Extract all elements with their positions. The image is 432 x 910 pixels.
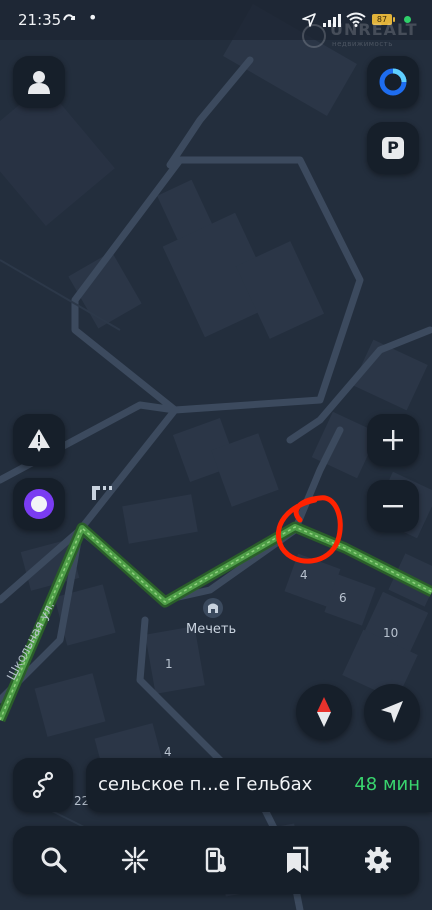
navigation-arrow-icon [381,701,403,723]
house-number: 4 [300,568,308,582]
poi-label[interactable]: Мечеть [186,622,236,637]
voice-assistant-button[interactable] [367,56,419,108]
mosque-icon [203,598,223,618]
route-options-button[interactable] [13,758,73,812]
discovery-icon [121,846,148,874]
zoom-in-button[interactable] [367,414,419,466]
parking-icon: P [382,137,404,159]
route-icon [32,771,54,799]
profile-button[interactable] [13,56,65,108]
route-destination[interactable]: сельское п...е Гельбах [98,774,312,795]
warning-icon [28,429,50,452]
bottom-nav-bar [13,826,419,894]
plus-icon [383,430,403,450]
compass-icon [317,697,331,727]
bookmarks-icon [286,846,308,873]
report-event-button[interactable] [13,414,65,466]
compass-button[interactable] [296,684,352,740]
assistant-ring-icon [379,68,407,96]
user-icon [28,71,50,94]
house-number: 4 [164,745,172,759]
route-panel[interactable]: сельское п...е Гельбах 48 мин [86,758,432,812]
tab-settings[interactable] [337,826,418,894]
alice-icon [24,489,54,519]
house-number: 6 [339,591,347,605]
tab-discovery[interactable] [94,826,175,894]
tab-search[interactable] [13,826,94,894]
status-time: 21:35 [18,11,62,29]
house-number: 1 [165,657,173,671]
parking-button[interactable]: P [367,122,419,174]
my-location-button[interactable] [364,684,420,740]
alice-assistant-button[interactable] [13,478,65,530]
fuel-icon [205,847,226,873]
dot-icon: • [88,8,98,27]
search-icon [41,847,67,873]
settings-icon [364,847,391,873]
tab-bookmarks[interactable] [256,826,337,894]
tab-fuel[interactable] [175,826,256,894]
call-forward-icon [62,10,78,28]
zoom-out-button[interactable] [367,480,419,532]
watermark-logo: UNREALT недвижимость [302,20,427,52]
house-number: 10 [383,626,399,640]
route-eta: 48 мин [354,774,420,795]
minus-icon [383,505,403,508]
